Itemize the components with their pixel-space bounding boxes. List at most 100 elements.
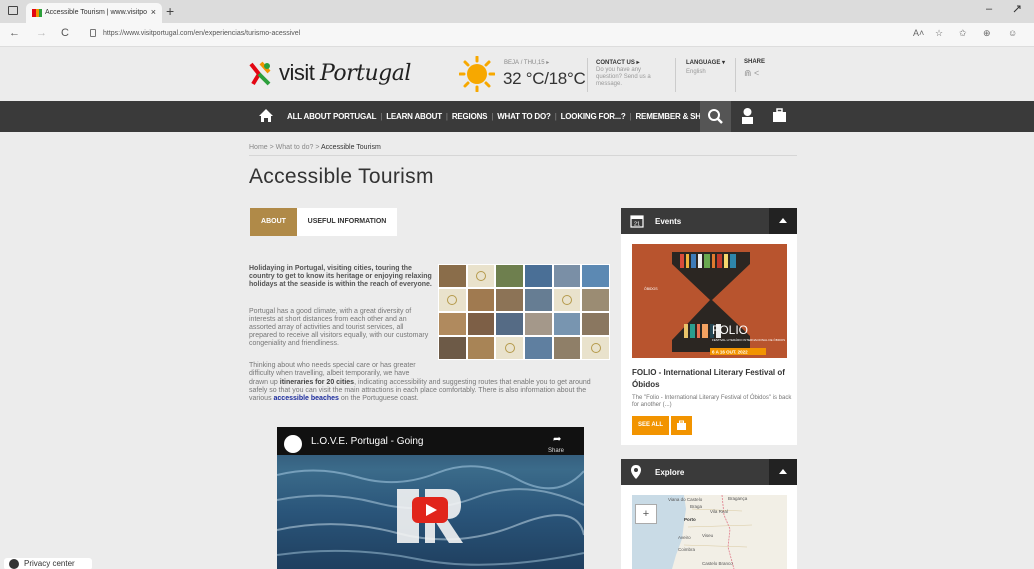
back-button[interactable]: ← bbox=[9, 27, 20, 39]
map-label: Porto bbox=[684, 517, 696, 522]
main-menu: ALL ABOUT PORTUGAL | LEARN ABOUT | REGIONS | W… bbox=[287, 112, 718, 121]
breadcrumb-home[interactable]: Home bbox=[249, 144, 268, 151]
share-arrow-icon[interactable]: ➦ bbox=[553, 434, 561, 445]
mosaic-photo bbox=[524, 265, 552, 287]
video-share-label[interactable]: Share bbox=[548, 448, 564, 454]
search-button[interactable] bbox=[700, 101, 731, 132]
breadcrumb: Home > What to do? > Accessible Tourism bbox=[249, 144, 381, 151]
nav-item-regions[interactable]: REGIONS bbox=[452, 112, 488, 121]
window-menu-icon[interactable] bbox=[8, 6, 18, 15]
favorites-add-icon[interactable]: ☆ bbox=[935, 28, 943, 39]
explore-title: Explore bbox=[655, 468, 685, 477]
body-paragraph: drawn up itineraries for 20 cities, indi… bbox=[249, 379, 591, 402]
url-field[interactable]: https://www.visitportugal.com/en/experie… bbox=[103, 30, 300, 37]
contact-us-text: Do you have any question? Send us a mess… bbox=[596, 67, 651, 87]
video-title[interactable]: L.O.V.E. Portugal - Going bbox=[311, 436, 423, 447]
mosaic-photo bbox=[439, 265, 466, 287]
reload-button[interactable]: C bbox=[61, 27, 69, 39]
accessibility-icon bbox=[496, 337, 523, 359]
sun-weather-icon bbox=[459, 56, 495, 92]
body-paragraph: Portugal has a good climate, with a grea… bbox=[249, 308, 429, 347]
logo-text: visit Portugal bbox=[279, 60, 411, 86]
mosaic-photo bbox=[467, 337, 495, 359]
event-name[interactable]: FOLIO - International Literary Festival … bbox=[632, 367, 792, 391]
folio-poster-graphic: ÓBIDOS FOLIO FESTIVAL LITERÁRIO INTERNAC… bbox=[632, 244, 787, 358]
mosaic-photo bbox=[553, 337, 581, 359]
nav-item-looking-for[interactable]: LOOKING FOR...? bbox=[561, 112, 626, 121]
mosaic-photo bbox=[439, 313, 466, 335]
intro-text: Holidaying in Portugal, visiting cities,… bbox=[249, 265, 432, 288]
privacy-center-button[interactable]: Privacy center bbox=[4, 558, 92, 569]
map-zoom-in-button[interactable]: + bbox=[635, 504, 657, 524]
see-all-button[interactable]: SEE ALL bbox=[632, 416, 669, 435]
page-title: Accessible Tourism bbox=[249, 165, 434, 188]
calendar-icon: 21 bbox=[630, 215, 644, 228]
header-divider bbox=[735, 58, 736, 92]
mosaic-photo bbox=[496, 313, 523, 335]
map-label: Vila Real bbox=[710, 509, 728, 514]
nav-item-all-about-portugal[interactable]: ALL ABOUT PORTUGAL bbox=[287, 112, 376, 121]
map-label: Braga bbox=[690, 504, 703, 509]
channel-avatar[interactable] bbox=[284, 435, 302, 453]
header-divider bbox=[587, 58, 588, 92]
suitcase-icon bbox=[677, 420, 686, 430]
mosaic-photo bbox=[582, 289, 609, 311]
events-collapse-button[interactable] bbox=[769, 208, 797, 234]
tab-close-icon[interactable]: × bbox=[151, 7, 156, 17]
profile-icon[interactable]: ☺ bbox=[1008, 28, 1017, 38]
explore-collapse-button[interactable] bbox=[769, 459, 797, 485]
accessibility-icon bbox=[467, 265, 495, 287]
poster-subtitle: FESTIVAL LITERÁRIO INTERNACIONAL DE ÓBID… bbox=[712, 337, 785, 342]
tab-title: Accessible Tourism | www.visitpo bbox=[45, 9, 148, 16]
accessibility-icon bbox=[439, 289, 466, 311]
poster-edition: ÓBIDOS bbox=[644, 286, 658, 291]
mosaic-photo bbox=[439, 337, 466, 359]
favorites-icon[interactable]: ✩ bbox=[959, 28, 967, 39]
tab-about[interactable]: ABOUT bbox=[250, 208, 297, 236]
mosaic-photo bbox=[496, 289, 523, 311]
cities-photo-mosaic bbox=[438, 264, 610, 360]
travel-bag-button[interactable] bbox=[764, 101, 795, 132]
privacy-icon bbox=[9, 559, 19, 569]
forward-button[interactable]: → bbox=[36, 27, 47, 39]
browser-tab[interactable]: Accessible Tourism | www.visitpo × bbox=[26, 3, 162, 23]
account-button[interactable] bbox=[732, 101, 763, 132]
collections-icon[interactable]: ⊕ bbox=[983, 28, 991, 39]
lock-icon bbox=[90, 29, 96, 37]
weather-temperature: 32 °C/18°C bbox=[503, 69, 586, 88]
location-pin-icon bbox=[631, 465, 641, 479]
tab-useful-information[interactable]: USEFUL INFORMATION bbox=[297, 208, 397, 236]
nav-item-learn-about[interactable]: LEARN ABOUT bbox=[386, 112, 442, 121]
video-header: L.O.V.E. Portugal - Going ➦ Share bbox=[277, 427, 584, 455]
weather-city[interactable]: BEJA / THU,15 ▸ bbox=[504, 59, 549, 66]
read-aloud-icon[interactable]: A˄ bbox=[913, 28, 924, 38]
breadcrumb-what-to-do[interactable]: What to do? bbox=[276, 144, 314, 151]
accessibility-icon bbox=[553, 289, 581, 311]
minimize-button[interactable]: – bbox=[986, 3, 992, 15]
body-paragraph: Thinking about who needs special care or… bbox=[249, 362, 416, 377]
main-navigation: ALL ABOUT PORTUGAL | LEARN ABOUT | REGIONS | W… bbox=[0, 101, 1034, 132]
add-to-travel-bag-button[interactable] bbox=[671, 416, 692, 435]
folio-event-poster[interactable]: ÓBIDOS FOLIO FESTIVAL LITERÁRIO INTERNAC… bbox=[632, 244, 787, 358]
contact-us-link[interactable]: CONTACT US ▸ bbox=[596, 59, 640, 66]
breadcrumb-current: Accessible Tourism bbox=[321, 144, 381, 151]
mosaic-photo bbox=[524, 313, 552, 335]
map-label: Viseu bbox=[702, 533, 714, 538]
share-icons[interactable]: ⋒ < bbox=[744, 68, 759, 79]
new-tab-button[interactable]: + bbox=[166, 3, 174, 19]
accessibility-icon bbox=[582, 337, 609, 359]
privacy-label: Privacy center bbox=[24, 559, 75, 568]
window-restore-icon[interactable] bbox=[1012, 4, 1022, 14]
play-button[interactable] bbox=[412, 497, 448, 523]
weather-date: / THU,15 ▸ bbox=[520, 60, 550, 66]
accessible-beaches-link[interactable]: accessible beaches bbox=[274, 395, 339, 402]
youtube-video-player[interactable]: L.O.V.E. Portugal - Going ➦ Share bbox=[277, 427, 584, 569]
language-value: English bbox=[686, 69, 706, 75]
visitportugal-favicon-icon bbox=[32, 9, 42, 17]
browser-tab-strip: Accessible Tourism | www.visitpo × + – bbox=[0, 0, 1034, 23]
mosaic-photo bbox=[524, 289, 552, 311]
language-selector[interactable]: LANGUAGE ▾ bbox=[686, 59, 725, 66]
nav-item-what-to-do[interactable]: WHAT TO DO? bbox=[497, 112, 551, 121]
home-icon[interactable] bbox=[258, 108, 274, 124]
event-description: The "Folio - International Literary Fest… bbox=[632, 395, 792, 408]
